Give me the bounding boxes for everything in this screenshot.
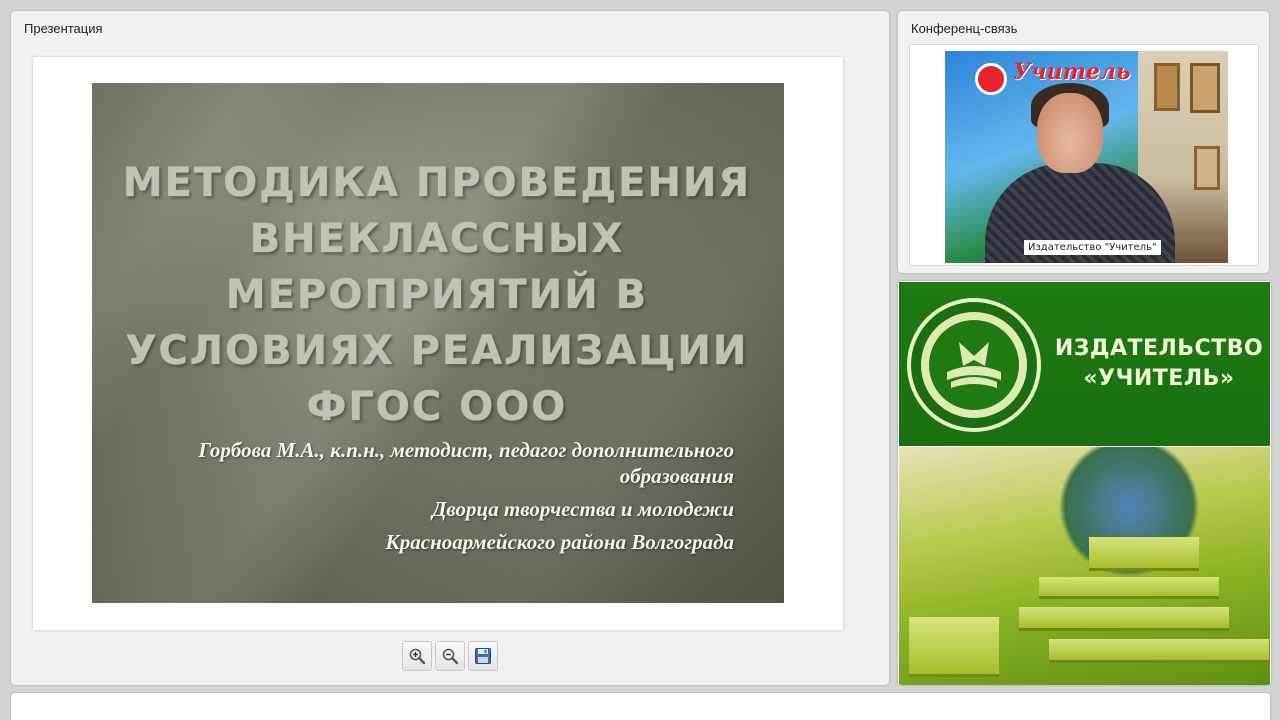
wall-frame [1194, 146, 1220, 190]
poster-logo [975, 63, 1007, 95]
video-frame: Учитель Издательство "Учитель" [909, 44, 1259, 266]
presentation-toolbar [402, 641, 498, 671]
books-globe-image [899, 447, 1270, 685]
poster-text: Учитель [1013, 59, 1131, 85]
banner-text: ИЗДАТЕЛЬСТВО «УЧИТЕЛЬ» [1049, 334, 1269, 394]
zoom-out-icon [442, 648, 459, 665]
floppy-disk-icon [475, 648, 491, 664]
book-emblem-icon [947, 342, 1001, 388]
banner-line: ИЗДАТЕЛЬСТВО [1054, 336, 1264, 361]
video-feed[interactable]: Учитель [945, 51, 1228, 263]
publisher-logo-icon [907, 298, 1041, 432]
presentation-panel: Презентация МЕТОДИКА ПРОВЕДЕНИЯ ВНЕКЛАСС… [11, 11, 889, 685]
zoom-in-button[interactable] [402, 641, 432, 671]
book-image [1019, 607, 1229, 631]
book-image [1039, 577, 1219, 599]
presentation-panel-title: Презентация [24, 21, 103, 36]
slide-author-block: Горбова М.А., к.п.н., методист, педагог … [132, 437, 734, 562]
slide-title: МЕТОДИКА ПРОВЕДЕНИЯ ВНЕКЛАССНЫХ МЕРОПРИЯ… [122, 160, 752, 430]
book-image [1089, 537, 1199, 571]
banner-header: ИЗДАТЕЛЬСТВО «УЧИТЕЛЬ» [899, 282, 1270, 446]
conference-panel: Конференц-связь Учитель Издательство "Уч… [898, 11, 1269, 273]
zoom-in-icon [409, 648, 426, 665]
publisher-banner: ИЗДАТЕЛЬСТВО «УЧИТЕЛЬ» [898, 281, 1271, 685]
wall-frame [1190, 63, 1220, 113]
slide-author-line: Красноармейского района Волгограда [385, 530, 735, 554]
conference-panel-title: Конференц-связь [911, 21, 1018, 36]
slide-frame: МЕТОДИКА ПРОВЕДЕНИЯ ВНЕКЛАССНЫХ МЕРОПРИЯ… [33, 57, 843, 630]
book-image [1049, 639, 1269, 663]
slide: МЕТОДИКА ПРОВЕДЕНИЯ ВНЕКЛАССНЫХ МЕРОПРИЯ… [92, 83, 784, 603]
speaker-name-label: Издательство "Учитель" [1024, 240, 1161, 255]
slide-author-line: Дворца творчества и молодежи [432, 497, 734, 521]
banner-line: «УЧИТЕЛЬ» [1083, 366, 1235, 391]
wall-frame [1154, 63, 1180, 111]
zoom-out-button[interactable] [435, 641, 465, 671]
bottom-panel [11, 693, 1270, 720]
book-image [909, 617, 999, 677]
speaker-face [1037, 93, 1103, 173]
slide-author-line: Горбова М.А., к.п.н., методист, педагог … [198, 438, 734, 488]
save-button[interactable] [468, 641, 498, 671]
